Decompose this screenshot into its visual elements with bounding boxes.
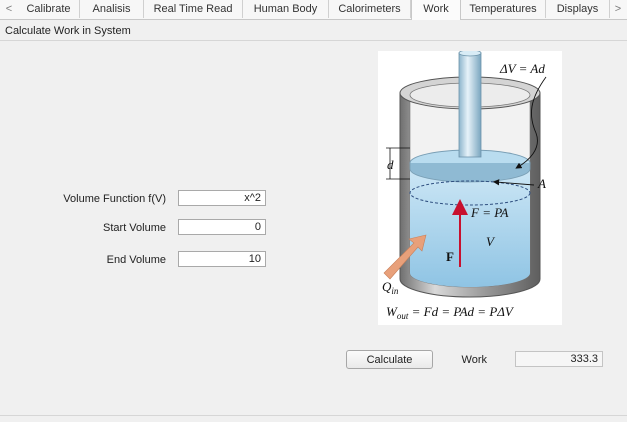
tab-temperatures[interactable]: Temperatures [461, 0, 546, 18]
area-label: A [537, 176, 546, 191]
d-label: d [387, 157, 394, 172]
panel-title: Calculate Work in System [5, 25, 131, 37]
tab-scroll-right-icon[interactable]: > [609, 0, 627, 18]
start-volume-input[interactable] [178, 219, 266, 235]
tab-calibrate[interactable]: Calibrate [18, 0, 80, 18]
work-result-field[interactable] [515, 351, 603, 367]
force-label: F [446, 249, 454, 264]
end-volume-input[interactable] [178, 251, 266, 267]
tab-human-body[interactable]: Human Body [243, 0, 329, 18]
delta-v-equation: ΔV = Ad [499, 61, 545, 76]
end-volume-label: End Volume [106, 254, 166, 266]
panel-divider [0, 40, 627, 41]
tab-bar: < Calibrate Analisis Real Time Read Huma… [0, 0, 627, 20]
tab-calorimeters[interactable]: Calorimeters [329, 0, 411, 18]
tab-real-time-read[interactable]: Real Time Read [144, 0, 243, 18]
work-result-label: Work [461, 354, 487, 366]
piston-cylinder-illustration: d ΔV = Ad A F = PA F V Qin Wout = Fd = P… [382, 49, 547, 321]
bottom-divider [0, 415, 627, 416]
volume-function-input[interactable] [178, 190, 266, 206]
piston-cylinder-figure: d ΔV = Ad A F = PA F V Qin Wout = Fd = P… [378, 49, 562, 325]
force-equation: F = PA [470, 205, 508, 220]
calculate-button[interactable]: Calculate [346, 350, 433, 369]
tab-scroll-left-icon[interactable]: < [0, 0, 18, 18]
volume-function-label: Volume Function f(V) [63, 193, 166, 205]
heat-label: Qin [382, 279, 399, 296]
work-equation: Wout = Fd = PAd = PΔV [386, 304, 515, 321]
tab-work[interactable]: Work [411, 0, 461, 20]
tab-analisis[interactable]: Analisis [80, 0, 144, 18]
start-volume-label: Start Volume [103, 222, 166, 234]
tab-displays[interactable]: Displays [546, 0, 610, 18]
